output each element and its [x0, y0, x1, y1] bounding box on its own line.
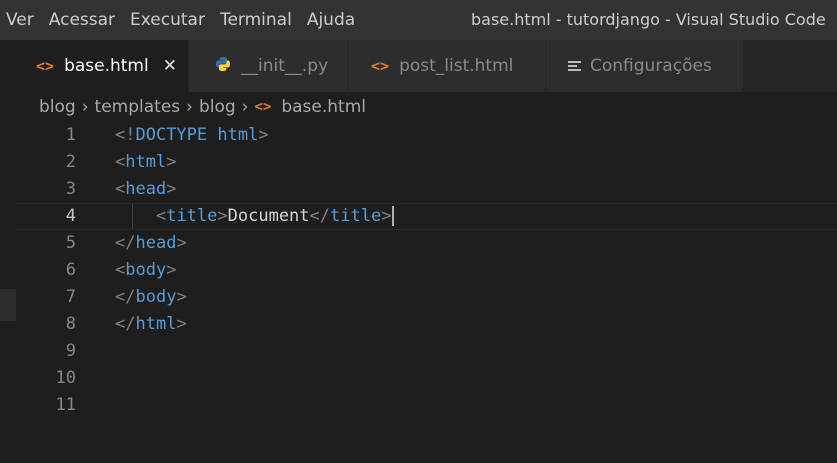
menu-executar[interactable]: Executar [130, 0, 205, 40]
code-token: body [125, 260, 167, 280]
code-token: title [330, 206, 382, 226]
line-number: 1 [65, 125, 76, 145]
code-token: Document [227, 206, 310, 226]
breadcrumb-file[interactable]: base.html [281, 97, 366, 117]
code-line[interactable]: 2 <html> [16, 149, 837, 176]
code-token: head [135, 233, 177, 253]
code-line[interactable]: 8 </html> [16, 311, 837, 338]
close-icon[interactable]: ✕ [163, 56, 177, 76]
code-token: < [155, 206, 167, 226]
code-token: </ [115, 233, 136, 253]
code-text[interactable]: </html> [115, 311, 187, 338]
code-token: <! [115, 125, 136, 145]
code-token: html [135, 314, 177, 334]
code-token: > [176, 233, 187, 253]
line-number: 4 [65, 206, 76, 226]
line-number: 11 [55, 395, 76, 415]
chevron-right-icon: › [186, 97, 193, 117]
code-token: > [258, 125, 269, 145]
code-line[interactable]: 11 [16, 392, 837, 419]
code-text[interactable]: <!DOCTYPE html> [115, 122, 269, 149]
line-number: 2 [65, 152, 76, 172]
code-token: > [166, 152, 177, 172]
code-token: > [217, 206, 228, 226]
menu-bar: Ver Acessar Executar Terminal Ajuda [0, 0, 362, 40]
code-token: > [381, 206, 392, 226]
tab-bar: <> base.html ✕ __init__.py <> post_list.… [16, 40, 837, 92]
menu-ver[interactable]: Ver [6, 0, 34, 40]
html-file-icon: <> [254, 99, 272, 115]
code-line[interactable]: 7 </body> [16, 284, 837, 311]
line-number: 6 [65, 260, 76, 280]
line-number: 3 [65, 179, 76, 199]
code-text[interactable]: <title>Document</title> [115, 204, 395, 229]
code-token: < [115, 260, 126, 280]
chevron-right-icon: › [241, 97, 249, 117]
line-number: 8 [65, 314, 76, 334]
code-token: </ [115, 314, 136, 334]
code-token: title [166, 206, 218, 226]
code-editor[interactable]: 1 <!DOCTYPE html> 2 <html> 3 <head> 4 <title>D… [16, 122, 837, 463]
code-line[interactable]: 5 </head> [16, 230, 837, 257]
code-text[interactable]: <body> [115, 257, 176, 284]
code-token: html [125, 152, 167, 172]
tab-label: __init__.py [241, 56, 329, 76]
line-number: 9 [65, 341, 76, 361]
breadcrumb: blog › templates › blog › <> base.html [39, 92, 366, 122]
menu-terminal[interactable]: Terminal [220, 0, 292, 40]
menu-ajuda[interactable]: Ajuda [307, 0, 355, 40]
code-token: > [166, 179, 177, 199]
tab-init-py[interactable]: __init__.py [189, 40, 349, 92]
python-file-icon [215, 56, 231, 76]
line-number: 7 [65, 287, 76, 307]
code-token: DOCTYPE [135, 125, 208, 145]
code-token: > [176, 314, 187, 334]
title-bar: Ver Acessar Executar Terminal Ajuda base… [0, 0, 837, 40]
code-token: < [115, 152, 126, 172]
tab-label: Configurações [590, 56, 712, 76]
html-file-icon: <> [371, 57, 390, 75]
tab-configuracoes[interactable]: Configurações [546, 40, 744, 92]
breadcrumb-blog-sub[interactable]: blog [199, 97, 236, 117]
chevron-right-icon: › [81, 97, 89, 117]
code-token: > [176, 287, 187, 307]
code-token: body [135, 287, 177, 307]
code-line[interactable]: 4 <title>Document</title> [16, 203, 837, 230]
code-token: </ [309, 206, 331, 226]
tab-label: base.html [64, 56, 149, 76]
breadcrumb-blog[interactable]: blog [39, 97, 76, 117]
code-token: </ [115, 287, 136, 307]
activity-marker [0, 289, 16, 321]
indent-guide [132, 204, 133, 229]
code-line[interactable]: 6 <body> [16, 257, 837, 284]
tab-label: post_list.html [399, 56, 514, 76]
code-token: head [125, 179, 167, 199]
line-number: 5 [65, 233, 76, 253]
html-file-icon: <> [36, 57, 55, 75]
code-line[interactable]: 9 [16, 338, 837, 365]
activity-bar [0, 40, 16, 463]
menu-acessar[interactable]: Acessar [49, 0, 115, 40]
code-line[interactable]: 1 <!DOCTYPE html> [16, 122, 837, 149]
code-token: html [217, 125, 259, 145]
line-number: 10 [55, 368, 76, 388]
code-token: > [166, 260, 177, 280]
settings-lines-icon [568, 59, 581, 73]
tab-post-list-html[interactable]: <> post_list.html [349, 40, 546, 92]
window-title: base.html - tutordjango - Visual Studio … [471, 10, 826, 29]
code-line[interactable]: 3 <head> [16, 176, 837, 203]
code-text[interactable]: </body> [115, 284, 187, 311]
code-text[interactable]: </head> [115, 230, 187, 257]
breadcrumb-templates[interactable]: templates [95, 97, 181, 117]
code-line[interactable]: 10 [16, 365, 837, 392]
code-text[interactable]: <html> [115, 149, 176, 176]
code-text[interactable]: <head> [115, 176, 176, 203]
tab-base-html[interactable]: <> base.html ✕ [16, 40, 189, 92]
text-cursor [392, 206, 395, 226]
code-token: < [115, 179, 126, 199]
